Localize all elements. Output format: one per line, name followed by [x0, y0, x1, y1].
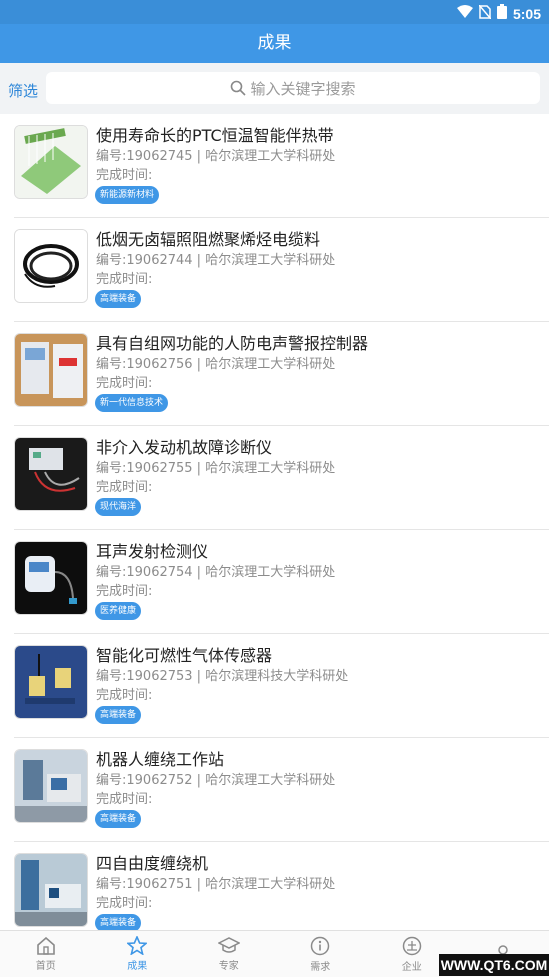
tab-experts[interactable]: 专家: [183, 931, 275, 977]
info-icon: [310, 936, 330, 956]
item-title: 具有自组网功能的人防电声警报控制器: [96, 330, 368, 354]
item-tag: 医养健康: [95, 602, 141, 620]
status-bar: 5:05: [0, 0, 549, 24]
item-meta: 编号:19062752 | 哈尔滨理工大学科研处: [96, 769, 335, 788]
enterprise-icon: [402, 936, 422, 956]
search-icon: [230, 80, 246, 96]
item-date: 完成时间:: [96, 788, 152, 807]
tab-home[interactable]: 首页: [0, 931, 92, 977]
item-date: 完成时间:: [96, 268, 152, 287]
list-item[interactable]: 使用寿命长的PTC恒温智能伴热带 编号:19062745 | 哈尔滨理工大学科研…: [14, 114, 549, 218]
watermark: WWW.QT6.COM: [439, 954, 549, 976]
list-item[interactable]: 具有自组网功能的人防电声警报控制器 编号:19062756 | 哈尔滨理工大学科…: [14, 322, 549, 426]
gas-sensor-thumbnail: [14, 645, 88, 719]
item-meta: 编号:19062751 | 哈尔滨理工大学科研处: [96, 873, 335, 892]
robot-station-thumbnail: [14, 749, 88, 823]
item-meta: 编号:19062745 | 哈尔滨理工大学科研处: [96, 145, 335, 164]
page-title: 成果: [0, 24, 549, 63]
search-input[interactable]: 输入关键字搜索: [46, 72, 540, 104]
list-item[interactable]: 智能化可燃性气体传感器 编号:19062753 | 哈尔滨理科技大学科研处 完成…: [14, 634, 549, 738]
item-tag: 新能源新材料: [95, 186, 159, 204]
search-placeholder: 输入关键字搜索: [250, 78, 355, 99]
item-tag: 新一代信息技术: [95, 394, 168, 412]
tab-achievements[interactable]: 成果: [92, 931, 184, 977]
no-sim-icon: [479, 5, 491, 23]
star-icon: [127, 936, 147, 955]
wifi-icon: [457, 5, 473, 22]
list-item[interactable]: 低烟无卤辐照阻燃聚烯烃电缆料 编号:19062744 | 哈尔滨理工大学科研处 …: [14, 218, 549, 322]
item-date: 完成时间:: [96, 476, 152, 495]
item-date: 完成时间:: [96, 372, 152, 391]
item-tag: 现代海洋: [95, 498, 141, 516]
tab-label: 企业: [402, 958, 422, 973]
item-title: 智能化可燃性气体传感器: [96, 642, 272, 666]
filter-button[interactable]: 筛选: [8, 80, 38, 101]
list-item[interactable]: 机器人缠绕工作站 编号:19062752 | 哈尔滨理工大学科研处 完成时间: …: [14, 738, 549, 842]
item-date: 完成时间:: [96, 684, 152, 703]
item-title: 四自由度缠绕机: [96, 850, 208, 874]
item-date: 完成时间:: [96, 580, 152, 599]
item-title: 非介入发动机故障诊断仪: [96, 434, 272, 458]
graduation-cap-icon: [218, 937, 240, 955]
alarm-controller-thumbnail: [14, 333, 88, 407]
item-title: 耳声发射检测仪: [96, 538, 208, 562]
clock: 5:05: [513, 6, 541, 22]
diagnostic-device-thumbnail: [14, 437, 88, 511]
cable-thumbnail: [14, 229, 88, 303]
tab-label: 需求: [310, 958, 330, 973]
tab-label: 成果: [127, 957, 147, 972]
item-date: 完成时间:: [96, 892, 152, 911]
item-title: 使用寿命长的PTC恒温智能伴热带: [96, 122, 334, 146]
home-icon: [36, 937, 56, 955]
item-meta: 编号:19062756 | 哈尔滨理工大学科研处: [96, 353, 335, 372]
item-date: 完成时间:: [96, 164, 152, 183]
item-meta: 编号:19062753 | 哈尔滨理科技大学科研处: [96, 665, 348, 684]
battery-icon: [497, 4, 507, 23]
item-meta: 编号:19062755 | 哈尔滨理工大学科研处: [96, 457, 335, 476]
achievement-list: 使用寿命长的PTC恒温智能伴热带 编号:19062745 | 哈尔滨理工大学科研…: [0, 114, 549, 946]
otoacoustic-device-thumbnail: [14, 541, 88, 615]
winding-machine-thumbnail: [14, 853, 88, 927]
tab-demands[interactable]: 需求: [275, 931, 367, 977]
item-title: 低烟无卤辐照阻燃聚烯烃电缆料: [96, 226, 320, 250]
heating-band-thumbnail: [14, 125, 88, 199]
item-tag: 高端装备: [95, 810, 141, 828]
list-item[interactable]: 耳声发射检测仪 编号:19062754 | 哈尔滨理工大学科研处 完成时间: 医…: [14, 530, 549, 634]
tab-label: 专家: [219, 957, 239, 972]
item-tag: 高端装备: [95, 290, 141, 308]
search-row: 筛选 输入关键字搜索: [0, 63, 549, 114]
item-meta: 编号:19062754 | 哈尔滨理工大学科研处: [96, 561, 335, 580]
list-item[interactable]: 非介入发动机故障诊断仪 编号:19062755 | 哈尔滨理工大学科研处 完成时…: [14, 426, 549, 530]
tab-label: 首页: [36, 957, 56, 972]
item-title: 机器人缠绕工作站: [96, 746, 224, 770]
item-meta: 编号:19062744 | 哈尔滨理工大学科研处: [96, 249, 335, 268]
item-tag: 高端装备: [95, 706, 141, 724]
